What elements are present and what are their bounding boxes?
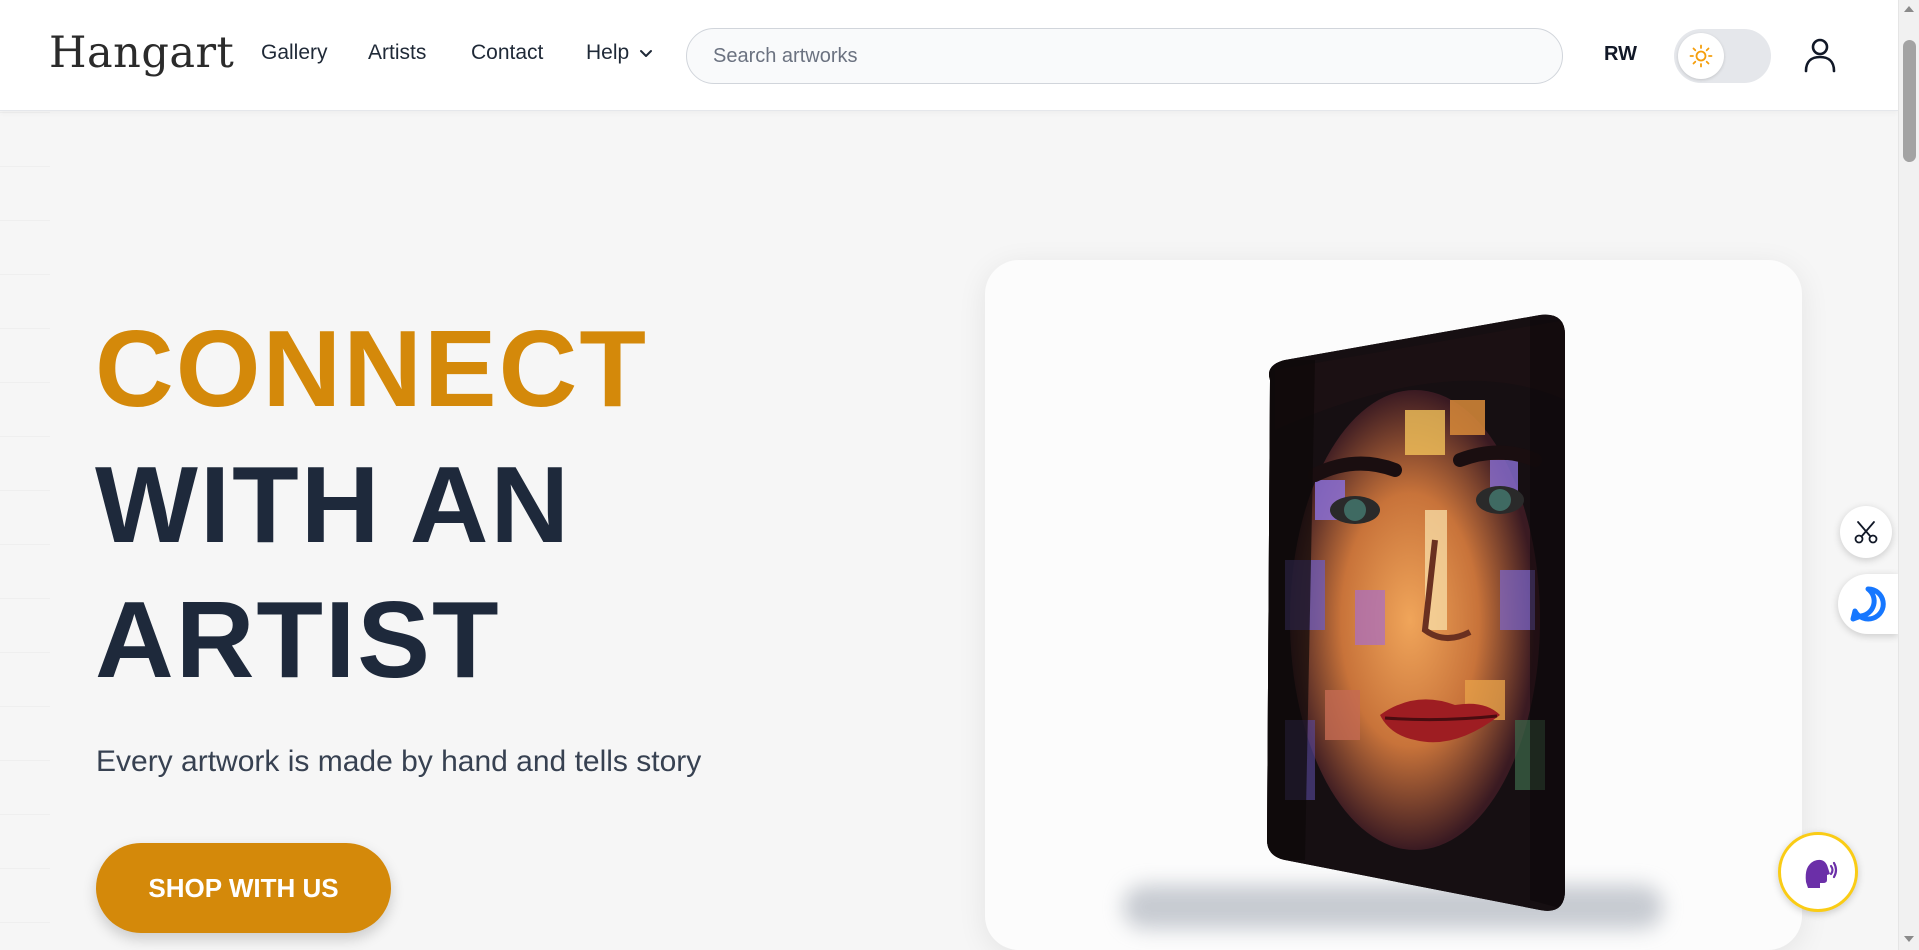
hero-title-line-3: ARTIST (95, 579, 501, 701)
page-scrollbar[interactable] (1898, 0, 1919, 950)
scroll-up-arrow-icon[interactable] (1904, 6, 1914, 12)
artwork-portrait-image[interactable] (985, 260, 1802, 950)
hero-tagline: Every artwork is made by hand and tells … (96, 745, 702, 778)
scissors-icon (1854, 521, 1878, 544)
hero-title-line-2: WITH AN (95, 444, 572, 566)
site-header: Hangart Gallery Artists Contact Help RW (0, 0, 1898, 111)
hero-title-line-1: CONNECT (95, 308, 648, 430)
toggle-knob (1678, 33, 1724, 79)
search-bar[interactable] (686, 28, 1563, 84)
search-input[interactable] (713, 44, 1562, 68)
scissors-tool-button[interactable] (1840, 506, 1892, 558)
voice-assistant-icon (1805, 859, 1838, 888)
chevron-down-icon (640, 50, 653, 57)
language-selector[interactable]: RW (1604, 43, 1637, 66)
scrollbar-thumb[interactable] (1903, 40, 1916, 162)
chat-bubble-icon (1850, 586, 1886, 622)
shop-with-us-button[interactable]: SHOP WITH US (96, 843, 391, 933)
nav-artists[interactable]: Artists (368, 41, 426, 65)
sun-icon (1689, 44, 1713, 68)
theme-toggle[interactable] (1674, 29, 1771, 83)
background-grid (0, 112, 50, 950)
chat-widget-button[interactable] (1838, 574, 1898, 634)
logo[interactable]: Hangart (49, 28, 234, 78)
voice-assistant-button[interactable] (1778, 832, 1858, 912)
scroll-down-arrow-icon[interactable] (1904, 936, 1914, 942)
featured-artwork-card (985, 260, 1802, 950)
nav-help-label: Help (586, 41, 630, 64)
nav-help-dropdown[interactable]: Help (586, 41, 653, 65)
user-account-icon[interactable] (1803, 37, 1837, 73)
nav-gallery[interactable]: Gallery (261, 41, 328, 65)
nav-contact[interactable]: Contact (471, 41, 543, 65)
